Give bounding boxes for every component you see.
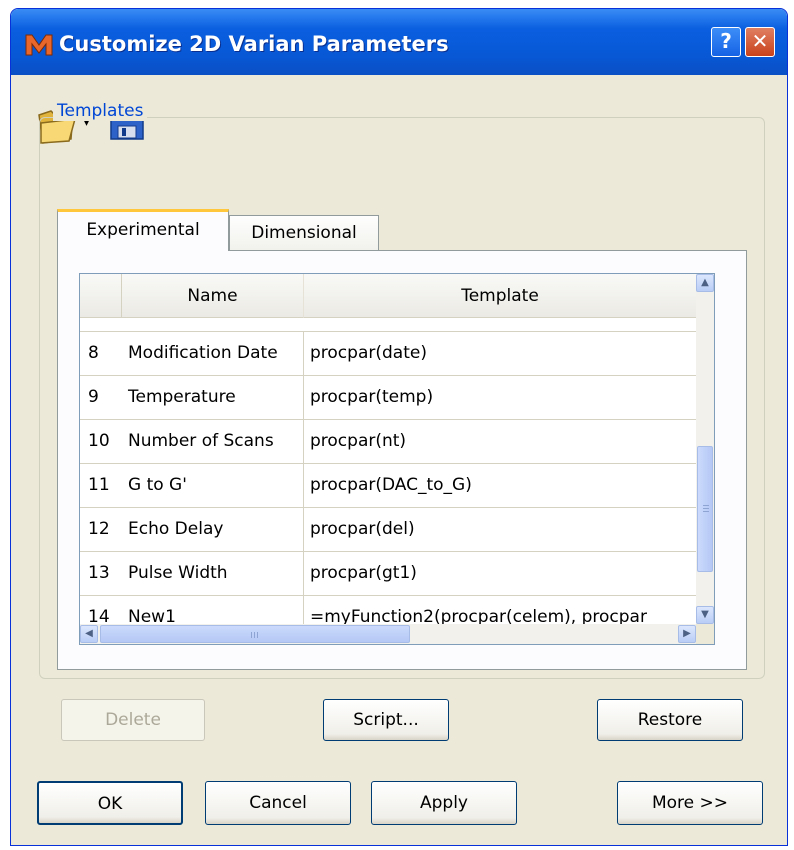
script-button[interactable]: Script... [323,699,449,741]
row-number: 10 [88,431,110,451]
scrollbar-corner [696,624,714,644]
grip-line [254,632,255,638]
grip-line [703,511,709,512]
templates-group-label: Templates [53,101,148,121]
row-name-cell[interactable]: Temperature [122,376,304,419]
row-template-cell[interactable]: procpar(temp) [304,376,696,419]
grip-line [251,632,252,638]
app-logo-icon [25,34,53,56]
row-number: 11 [88,475,110,495]
tab-dimensional[interactable]: Dimensional [229,215,379,251]
delete-button[interactable]: Delete [61,699,205,741]
templates-grid[interactable]: Name Template 8 Modification Date procpa… [79,273,715,645]
row-header-corner [80,274,122,318]
restore-button[interactable]: Restore [597,699,743,741]
window-title: Customize 2D Varian Parameters [59,32,449,56]
help-button[interactable]: ? [711,27,741,57]
horizontal-scroll-thumb[interactable] [100,625,410,643]
horizontal-scrollbar[interactable]: ◀ ▶ [80,624,696,644]
table-row[interactable]: 11 G to G' procpar(DAC_to_G) [80,464,696,508]
row-name-cell[interactable]: Pulse Width [122,552,304,595]
row-name-cell[interactable]: G to G' [122,464,304,507]
table-row[interactable]: 13 Pulse Width procpar(gt1) [80,552,696,596]
scroll-up-arrow-icon[interactable]: ▲ [696,274,714,292]
grip-line [703,505,709,506]
row-number: 13 [88,563,110,583]
row-name-cell[interactable]: Echo Delay [122,508,304,551]
row-template-cell[interactable]: procpar(del) [304,508,696,551]
row-name-cell[interactable]: Modification Date [122,332,304,375]
row-number: 8 [88,343,99,363]
dialog-window: Customize 2D Varian Parameters ? ✕ ▾ Tem… [10,8,788,846]
scroll-left-arrow-icon[interactable]: ◀ [80,625,98,643]
vertical-scroll-thumb[interactable] [697,446,713,572]
cancel-button[interactable]: Cancel [205,781,351,825]
column-header-template[interactable]: Template [304,274,696,318]
row-number: 12 [88,519,110,539]
table-row[interactable]: 12 Echo Delay procpar(del) [80,508,696,552]
grip-line [703,508,709,509]
row-template-cell[interactable]: procpar(date) [304,332,696,375]
partial-row [80,318,696,332]
close-button[interactable]: ✕ [745,27,775,57]
row-number: 9 [88,387,99,407]
ok-button[interactable]: OK [37,781,183,825]
row-name-cell[interactable]: Number of Scans [122,420,304,463]
table-row[interactable]: 9 Temperature procpar(temp) [80,376,696,420]
row-template-cell[interactable]: procpar(DAC_to_G) [304,464,696,507]
column-header-name[interactable]: Name [122,274,304,318]
table-row[interactable]: 10 Number of Scans procpar(nt) [80,420,696,464]
tab-experimental[interactable]: Experimental [57,209,229,251]
apply-button[interactable]: Apply [371,781,517,825]
grip-line [257,632,258,638]
row-template-cell[interactable]: procpar(nt) [304,420,696,463]
scroll-down-arrow-icon[interactable]: ▼ [696,606,714,624]
more-button[interactable]: More >> [617,781,763,825]
title-bar[interactable]: Customize 2D Varian Parameters ? ✕ [11,9,787,75]
scroll-right-arrow-icon[interactable]: ▶ [678,625,696,643]
row-template-cell[interactable]: procpar(gt1) [304,552,696,595]
table-row[interactable]: 8 Modification Date procpar(date) [80,332,696,376]
vertical-scrollbar[interactable]: ▲ ▼ [696,274,714,624]
